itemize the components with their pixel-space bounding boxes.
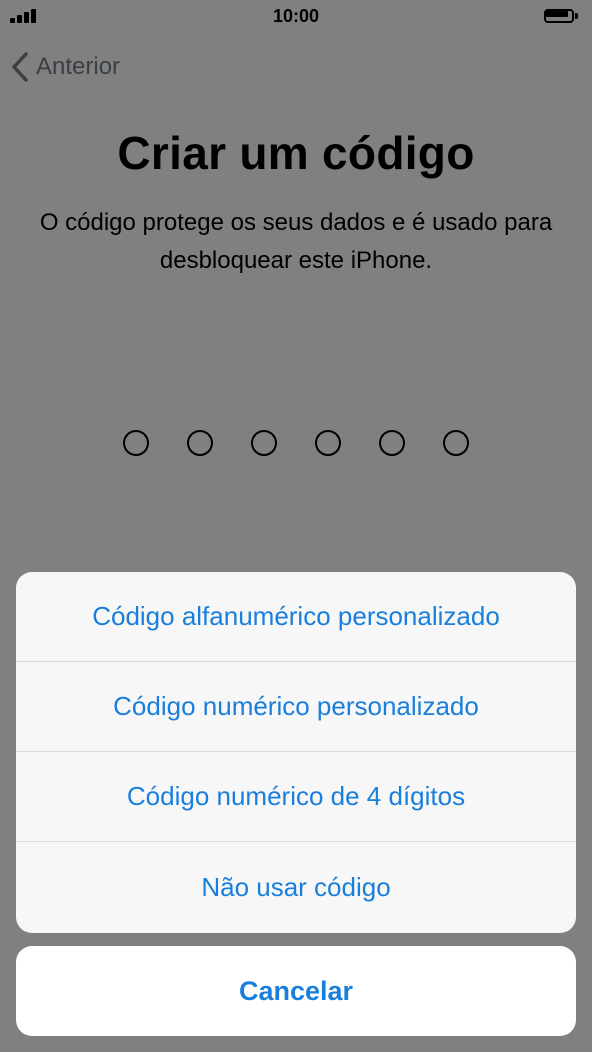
screen: 10:00 Anterior Criar um código O código … bbox=[0, 0, 592, 1052]
passcode-dot bbox=[315, 430, 341, 456]
passcode-dot bbox=[123, 430, 149, 456]
passcode-dot bbox=[443, 430, 469, 456]
option-custom-alphanumeric-code[interactable]: Código alfanumérico personalizado bbox=[16, 572, 576, 662]
passcode-dot bbox=[379, 430, 405, 456]
option-custom-numeric-code[interactable]: Código numérico personalizado bbox=[16, 662, 576, 752]
page-title: Criar um código bbox=[117, 127, 475, 179]
passcode-dots bbox=[0, 430, 592, 456]
back-button[interactable]: Anterior bbox=[10, 50, 120, 84]
chevron-left-icon bbox=[12, 52, 28, 82]
option-no-passcode[interactable]: Não usar código bbox=[16, 842, 576, 933]
status-bar: 10:00 bbox=[0, 0, 592, 34]
back-button-label: Anterior bbox=[36, 53, 121, 80]
option-4-digit-numeric-code[interactable]: Código numérico de 4 dígitos bbox=[16, 752, 576, 842]
passcode-options-sheet: Código alfanumérico personalizado Código… bbox=[16, 572, 576, 933]
passcode-dot bbox=[251, 430, 277, 456]
cancel-button[interactable]: Cancelar bbox=[16, 946, 576, 1036]
status-time: 10:00 bbox=[272, 6, 320, 26]
battery-icon bbox=[544, 9, 578, 23]
passcode-dot bbox=[187, 430, 213, 456]
page-subtitle: O código protege os seus dados e é usado… bbox=[39, 209, 553, 274]
